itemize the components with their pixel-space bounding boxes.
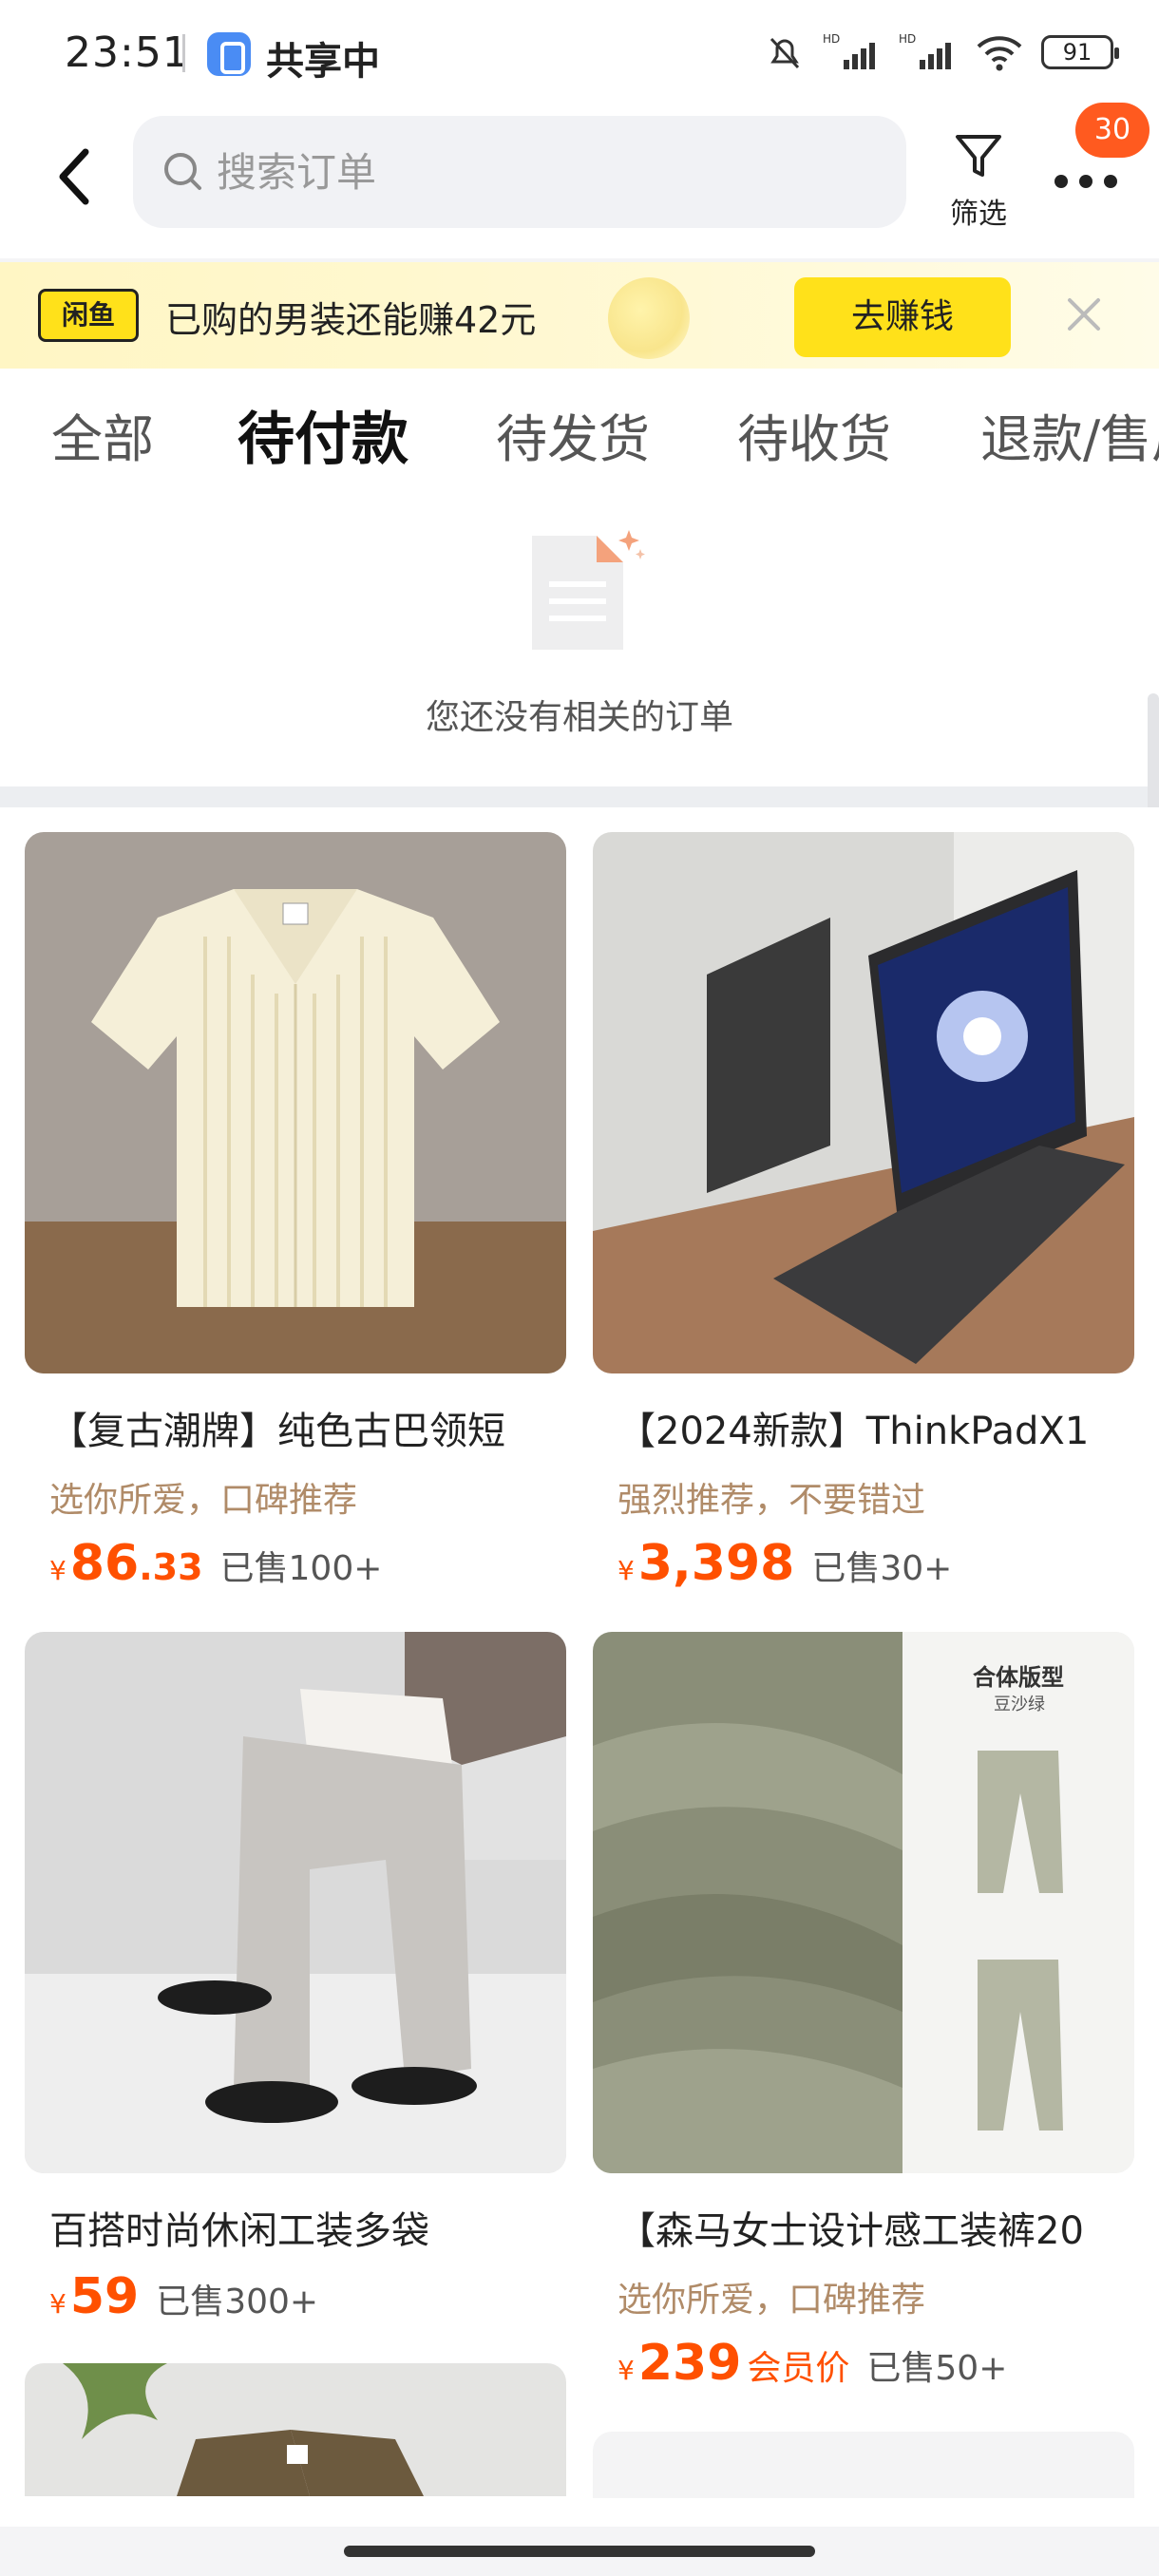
member-price-tag: 会员价 (747, 2349, 850, 2388)
product-title: 百搭时尚休闲工装多袋 (49, 2209, 429, 2253)
more-dots-icon (1054, 175, 1117, 188)
product-image-laptop[interactable] (593, 832, 1134, 1373)
tab-pending-shipment[interactable]: 待发货 (496, 397, 650, 472)
price-integer: 239 (637, 2335, 742, 2392)
product-price: ¥ 239 会员价 已售50+ (618, 2335, 1134, 2392)
product-card[interactable]: 【2024新款】ThinkPadX1 强烈推荐，不要错过 ¥ 3,398 已售3… (593, 832, 1134, 1592)
currency-symbol: ¥ (49, 1555, 66, 1586)
status-time: 23:51 (65, 28, 190, 77)
tab-pending-payment[interactable]: 待付款 (238, 393, 408, 476)
section-divider (0, 786, 1159, 807)
xianyu-logo: 闲鱼 (38, 289, 139, 342)
empty-document-icon (532, 530, 645, 650)
recommendation-feed: 【复古潮牌】纯色古巴领短 选你所爱，口碑推荐 ¥ 86 .33 已售100+ 【… (0, 807, 1159, 2527)
sold-count: 已售30+ (811, 1549, 953, 1588)
tab-pending-receipt[interactable]: 待收货 (737, 397, 891, 472)
home-indicator[interactable] (344, 2546, 815, 2557)
currency-symbol: ¥ (618, 1555, 635, 1586)
battery-indicator: 91 (1041, 35, 1119, 69)
signal-icon-2: HD (899, 32, 951, 69)
close-icon[interactable] (1060, 291, 1108, 338)
sold-count: 已售300+ (156, 2282, 319, 2321)
tab-all[interactable]: 全部 (51, 397, 154, 472)
screen-share-icon (207, 32, 251, 76)
product-card[interactable]: 【复古潮牌】纯色古巴领短 选你所爱，口碑推荐 ¥ 86 .33 已售100+ (25, 832, 566, 1592)
mascot-icon (608, 277, 690, 359)
message-badge: 30 (1075, 103, 1150, 158)
price-integer: 86 (69, 1535, 140, 1592)
price-integer: 3,398 (637, 1535, 795, 1592)
signal-icon: HD (823, 32, 875, 69)
search-bar[interactable] (133, 116, 906, 228)
status-icons: HD HD 91 (764, 28, 1119, 76)
sold-count: 已售100+ (219, 1549, 383, 1588)
search-icon (164, 153, 201, 190)
price-integer: 59 (69, 2268, 140, 2325)
more-menu-button[interactable] (1045, 154, 1130, 220)
product-image-pants[interactable] (25, 1632, 566, 2173)
search-input[interactable] (217, 142, 882, 201)
product-price: ¥ 3,398 已售30+ (618, 1535, 1134, 1592)
filter-label: 筛选 (950, 198, 1007, 231)
product-image-shirt[interactable] (25, 832, 566, 1373)
product-subtitle: 选你所爱，口碑推荐 (49, 1481, 358, 1520)
header: 筛选 (0, 106, 1159, 258)
status-bar: 23:51 共享中 HD HD 91 (0, 0, 1159, 106)
product-price: ¥ 86 .33 已售100+ (49, 1535, 566, 1592)
product-card[interactable] (593, 2432, 1134, 2498)
product-title: 【2024新款】ThinkPadX1 (618, 1410, 1090, 1453)
promo-banner[interactable]: 闲鱼 已购的男装还能赚42元 去赚钱 (0, 262, 1159, 369)
product-image-placeholder[interactable] (593, 2432, 1134, 2498)
product-title: 【森马女士设计感工装裤20 (618, 2209, 1084, 2253)
sold-count: 已售50+ (866, 2349, 1008, 2388)
mute-bell-icon (770, 37, 800, 69)
order-status-tabs: 全部 待付款 待发货 待收货 退款/售后 (0, 369, 1159, 492)
wifi-icon (977, 36, 1022, 71)
status-divider (182, 34, 185, 72)
product-title: 【复古潮牌】纯色古巴领短 (49, 1410, 505, 1453)
tab-refund-aftersale[interactable]: 退款/售后 (980, 397, 1159, 472)
price-decimal: .33 (139, 1546, 203, 1588)
filter-button[interactable]: 筛选 (939, 116, 1018, 239)
svg-text:HD: HD (899, 32, 916, 46)
empty-state: 您还没有相关的订单 (0, 492, 1159, 786)
empty-state-text: 您还没有相关的订单 (425, 698, 733, 737)
earn-money-button[interactable]: 去赚钱 (794, 277, 1011, 357)
currency-symbol: ¥ (49, 2288, 66, 2320)
product-card[interactable] (25, 2363, 566, 2496)
product-image-jacket[interactable] (25, 2363, 566, 2496)
product-image-cargo-pants[interactable]: 合体版型 豆沙绿 (593, 1632, 1134, 2173)
product-card[interactable]: 合体版型 豆沙绿 【森马女士设计感工装裤20 选你所爱，口碑推荐 ¥ 239 会… (593, 1632, 1134, 2392)
currency-symbol: ¥ (618, 2355, 635, 2386)
image-label-fit: 合体版型 (973, 1664, 1064, 1691)
promo-text: 已购的男装还能赚42元 (165, 299, 537, 341)
product-subtitle: 强烈推荐，不要错过 (618, 1481, 926, 1520)
product-price: ¥ 59 已售300+ (49, 2268, 566, 2325)
share-status-label: 共享中 (266, 40, 380, 84)
product-subtitle: 选你所爱，口碑推荐 (618, 2281, 926, 2320)
svg-text:HD: HD (823, 32, 840, 46)
image-label-color: 豆沙绿 (994, 1695, 1045, 1714)
back-arrow-icon[interactable] (42, 139, 108, 215)
filter-funnel-icon (956, 135, 1001, 177)
product-card[interactable]: 百搭时尚休闲工装多袋 ¥ 59 已售300+ (25, 1632, 566, 2325)
